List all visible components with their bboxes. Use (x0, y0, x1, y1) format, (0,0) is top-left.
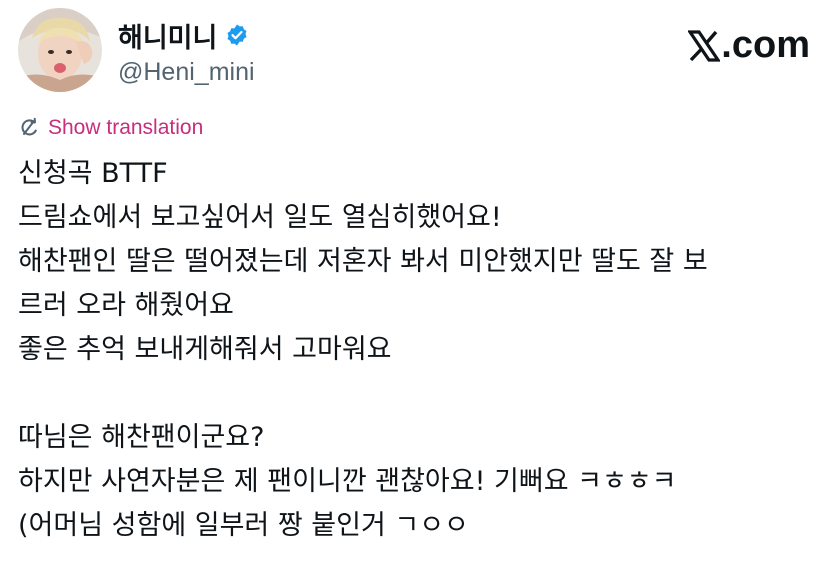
show-translation-link[interactable]: Show translation (48, 116, 203, 140)
author-info: 해니미니 @Heni_mini (118, 18, 255, 87)
show-translation-row[interactable]: Show translation (18, 116, 203, 140)
translate-icon (21, 117, 37, 136)
verified-badge-icon (225, 23, 249, 47)
tweet-header: 해니미니 @Heni_mini .com (18, 8, 810, 94)
avatar[interactable] (18, 8, 102, 92)
x-logo-text: .com (721, 24, 810, 66)
display-name-row: 해니미니 (118, 16, 255, 55)
tweet-line: 해찬팬인 딸은 떨어졌는데 저혼자 봐서 미안했지만 딸도 잘 보 (18, 246, 708, 277)
tweet-line: 르러 오라 해줬어요 (18, 290, 234, 321)
display-name[interactable]: 해니미니 (118, 16, 217, 55)
tweet-line: 하지만 사연자분은 제 팬이니깐 괜찮아요! 기뻐요 ㅋㅎㅎㅋ (18, 466, 677, 497)
tweet-line: 좋은 추억 보내게해줘서 고마워요 (18, 334, 392, 365)
tweet-text: 신청곡 BTTF 드림쇼에서 보고싶어서 일도 열심히했어요! 해찬팬인 딸은 … (18, 152, 818, 548)
x-logo: .com (688, 24, 810, 67)
avatar-image (18, 8, 102, 92)
tweet-line: (어머님 성함에 일부러 짱 붙인거 ㄱㅇㅇ (18, 510, 469, 541)
tweet-line: 드림쇼에서 보고싶어서 일도 열심히했어요! (18, 202, 502, 233)
author-handle[interactable]: @Heni_mini (118, 58, 255, 87)
tweet-line: 따님은 해찬팬이군요? (18, 422, 265, 453)
tweet-line: 신청곡 BTTF (18, 158, 168, 189)
x-icon (688, 29, 721, 62)
